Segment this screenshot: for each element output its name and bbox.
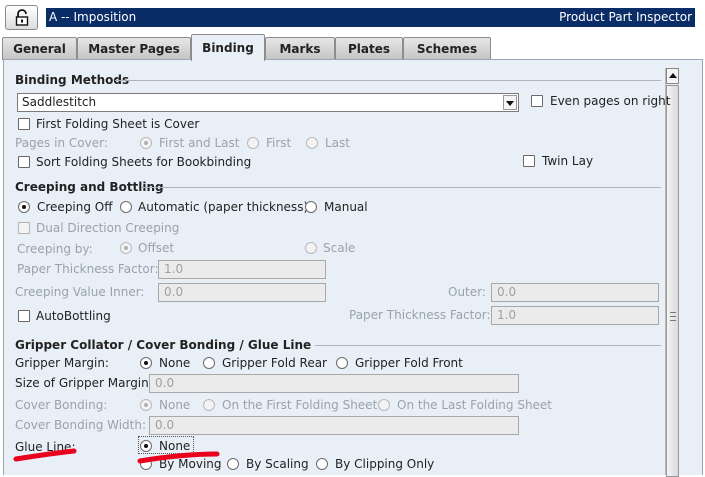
tab-schemes[interactable]: Schemes xyxy=(403,37,491,60)
autobottling-label: AutoBottling xyxy=(36,309,111,323)
dual-direction-checkbox[interactable] xyxy=(18,222,30,234)
scroll-up-icon[interactable] xyxy=(666,68,679,84)
gripper-margin-label: Gripper Margin: xyxy=(15,356,109,370)
binding-method-value: Saddlestitch xyxy=(22,95,97,109)
window-title: A -- Imposition xyxy=(49,10,137,24)
gripper-size-input[interactable]: 0.0 xyxy=(149,374,519,393)
glue-line-clipping-radio[interactable] xyxy=(316,458,328,470)
pages-cover-first-label: First xyxy=(266,136,292,150)
glue-line-clipping-label: By Clipping Only xyxy=(335,457,435,471)
cover-bonding-first-radio[interactable] xyxy=(203,399,215,411)
outer-input[interactable]: 0.0 xyxy=(491,283,659,302)
pages-cover-first-last-label: First and Last xyxy=(159,136,240,150)
dual-direction-label: Dual Direction Creeping xyxy=(36,221,180,235)
cover-bonding-width-label: Cover Bonding Width: xyxy=(15,418,147,432)
paper-thickness-factor2-label: Paper Thickness Factor: xyxy=(349,308,491,322)
tab-binding[interactable]: Binding xyxy=(191,34,265,61)
section-divider xyxy=(115,80,661,81)
grip-icon xyxy=(670,312,676,321)
twin-lay-checkbox[interactable] xyxy=(523,155,535,167)
glue-line-scaling-label: By Scaling xyxy=(246,457,309,471)
cover-bonding-none-radio[interactable] xyxy=(140,399,152,411)
cover-bonding-last-radio[interactable] xyxy=(378,399,390,411)
chevron-down-icon[interactable] xyxy=(503,95,517,110)
cover-bonding-label: Cover Bonding: xyxy=(15,398,108,412)
tab-master-pages[interactable]: Master Pages xyxy=(77,37,191,60)
glue-line-scaling-radio[interactable] xyxy=(227,458,239,470)
first-folding-cover-label: First Folding Sheet is Cover xyxy=(36,117,200,131)
even-pages-right-checkbox[interactable] xyxy=(531,95,543,107)
creeping-by-scale-radio[interactable] xyxy=(305,242,317,254)
tab-general[interactable]: General xyxy=(2,37,77,60)
gripper-size-label: Size of Gripper Margin: xyxy=(15,376,153,390)
creeping-manual-radio[interactable] xyxy=(305,201,317,213)
sort-folding-sheets-label: Sort Folding Sheets for Bookbinding xyxy=(36,155,252,169)
creeping-automatic-label: Automatic (paper thickness) xyxy=(138,200,309,214)
creeping-automatic-radio[interactable] xyxy=(120,201,132,213)
autobottling-checkbox[interactable] xyxy=(18,310,30,322)
paper-thickness-factor2-input[interactable]: 1.0 xyxy=(491,306,659,325)
section-title-gripper: Gripper Collator / Cover Bonding / Glue … xyxy=(15,338,312,352)
gripper-fold-rear-label: Gripper Fold Rear xyxy=(222,356,327,370)
tab-marks[interactable]: Marks xyxy=(265,37,335,60)
sort-folding-sheets-checkbox[interactable] xyxy=(18,156,30,168)
creeping-value-inner-input[interactable]: 0.0 xyxy=(158,283,326,302)
red-underline-annotation xyxy=(13,448,77,462)
creeping-by-offset-radio[interactable] xyxy=(120,242,132,254)
gripper-none-label: None xyxy=(159,356,191,370)
outer-label: Outer: xyxy=(448,285,486,299)
gripper-none-radio[interactable] xyxy=(140,357,152,369)
paper-thickness-factor-input[interactable]: 1.0 xyxy=(158,260,326,279)
section-title-binding-methods: Binding Methods xyxy=(15,73,130,87)
pages-in-cover-label: Pages in Cover: xyxy=(15,136,108,150)
pages-cover-last-label: Last xyxy=(325,136,350,150)
cover-bonding-last-label: On the Last Folding Sheet xyxy=(397,398,553,412)
scroll-thumb[interactable] xyxy=(666,85,679,477)
tab-bar: General Master Pages Binding Marks Plate… xyxy=(0,34,705,61)
cover-bonding-first-label: On the First Folding Sheet xyxy=(222,398,378,412)
section-divider xyxy=(315,345,661,346)
creeping-off-label: Creeping Off xyxy=(37,200,113,214)
creeping-by-scale-label: Scale xyxy=(323,241,356,255)
gripper-fold-rear-radio[interactable] xyxy=(203,357,215,369)
twin-lay-label: Twin Lay xyxy=(542,154,594,168)
pages-cover-first-radio[interactable] xyxy=(247,137,259,149)
inspector-title: Product Part Inspector xyxy=(559,10,692,24)
title-field: A -- Imposition Product Part Inspector xyxy=(46,8,695,27)
pages-cover-last-radio[interactable] xyxy=(306,137,318,149)
creeping-value-inner-label: Creeping Value Inner: xyxy=(15,285,145,299)
gripper-fold-front-radio[interactable] xyxy=(336,357,348,369)
red-underline-annotation xyxy=(137,451,220,464)
creeping-by-offset-label: Offset xyxy=(138,241,175,255)
section-divider xyxy=(142,187,661,188)
title-bar: A -- Imposition Product Part Inspector xyxy=(0,0,705,34)
tab-plates[interactable]: Plates xyxy=(335,37,403,60)
even-pages-right-label: Even pages on right xyxy=(550,94,671,108)
pages-cover-first-last-radio[interactable] xyxy=(140,137,152,149)
lock-button[interactable] xyxy=(5,5,38,30)
cover-bonding-width-input[interactable]: 0.0 xyxy=(149,416,519,435)
lock-icon xyxy=(15,9,29,26)
creeping-manual-label: Manual xyxy=(324,200,368,214)
gripper-fold-front-label: Gripper Fold Front xyxy=(355,356,463,370)
cover-bonding-none-label: None xyxy=(159,398,191,412)
creeping-off-radio[interactable] xyxy=(18,201,30,213)
first-folding-cover-checkbox[interactable] xyxy=(18,118,30,130)
binding-method-select[interactable]: Saddlestitch xyxy=(17,93,519,112)
vertical-scrollbar[interactable] xyxy=(665,68,679,477)
creeping-by-label: Creeping by: xyxy=(17,242,93,256)
paper-thickness-factor-label: Paper Thickness Factor: xyxy=(17,262,159,276)
